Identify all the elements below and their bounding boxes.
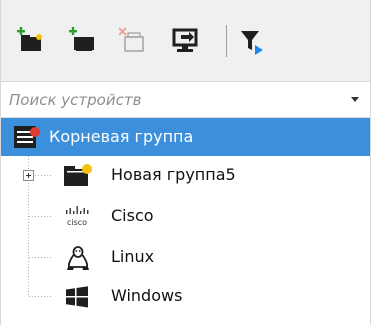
filter-button[interactable]	[238, 27, 266, 55]
delete-button[interactable]	[119, 27, 147, 55]
expand-toggle[interactable]	[23, 170, 34, 181]
add-device-icon	[69, 27, 94, 51]
device-tree-panel: Корневая группа Новая группа5	[0, 0, 371, 325]
windows-icon	[66, 286, 88, 308]
server-group-icon	[14, 126, 40, 148]
toolbar	[1, 0, 370, 82]
add-group-icon	[17, 27, 42, 51]
tree-item-linux[interactable]: Linux	[1, 238, 370, 276]
tree-item-root-group[interactable]: Корневая группа	[1, 118, 370, 156]
add-group-button[interactable]	[17, 27, 45, 55]
connect-icon	[172, 28, 198, 52]
svg-text:cisco: cisco	[67, 218, 87, 227]
folder-icon	[64, 164, 92, 186]
tree-item-label: Windows	[111, 286, 183, 305]
connect-button[interactable]	[171, 27, 199, 55]
tree-item-label: Linux	[111, 247, 155, 266]
filter-icon	[241, 31, 263, 55]
tree-item-windows[interactable]: Windows	[1, 277, 370, 315]
search-bar	[1, 82, 370, 118]
toolbar-separator	[226, 25, 227, 57]
tree-item-label: Корневая группа	[49, 127, 194, 146]
cisco-icon: cisco	[66, 206, 89, 227]
linux-icon	[67, 246, 89, 270]
search-input[interactable]	[9, 88, 339, 112]
chevron-down-icon[interactable]	[351, 97, 359, 102]
delete-icon	[119, 27, 144, 52]
tree-item-cisco[interactable]: cisco Cisco	[1, 197, 370, 235]
device-tree: Корневая группа Новая группа5 cisco Cisc…	[1, 118, 370, 325]
tree-item-label: Новая группа5	[111, 165, 236, 184]
add-device-button[interactable]	[69, 27, 97, 55]
tree-item-new-group[interactable]: Новая группа5	[1, 156, 370, 194]
tree-item-label: Cisco	[111, 206, 154, 225]
